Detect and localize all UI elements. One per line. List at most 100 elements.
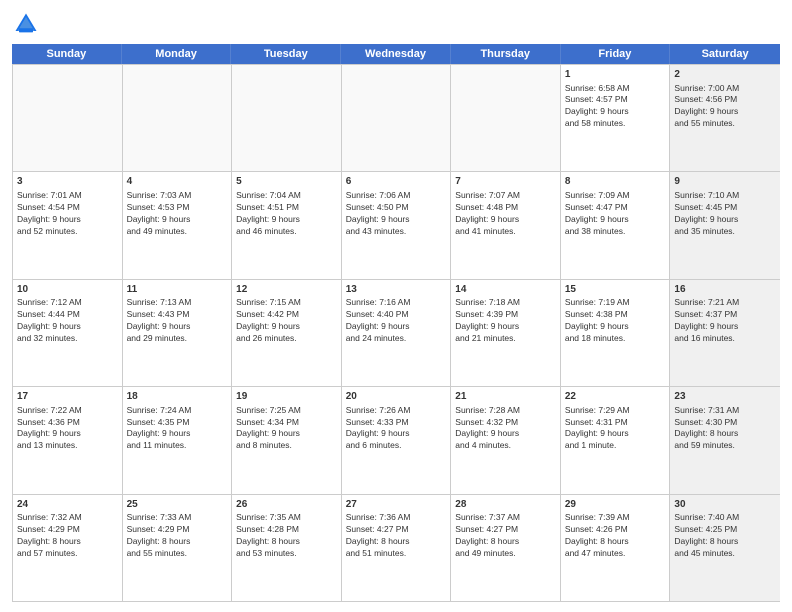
day-number: 6 [346,175,447,189]
day-info: Sunrise: 7:25 AM Sunset: 4:34 PM Dayligh… [236,405,337,453]
calendar-cell: 4Sunrise: 7:03 AM Sunset: 4:53 PM Daylig… [123,172,233,278]
day-info: Sunrise: 7:29 AM Sunset: 4:31 PM Dayligh… [565,405,666,453]
calendar-cell [232,65,342,171]
calendar: SundayMondayTuesdayWednesdayThursdayFrid… [12,44,780,602]
day-number: 3 [17,175,118,189]
calendar-row-2: 10Sunrise: 7:12 AM Sunset: 4:44 PM Dayli… [13,279,780,386]
day-number: 16 [674,283,776,297]
calendar-cell: 20Sunrise: 7:26 AM Sunset: 4:33 PM Dayli… [342,387,452,493]
day-info: Sunrise: 7:39 AM Sunset: 4:26 PM Dayligh… [565,512,666,560]
day-number: 19 [236,390,337,404]
day-number: 20 [346,390,447,404]
day-number: 30 [674,498,776,512]
calendar-cell: 26Sunrise: 7:35 AM Sunset: 4:28 PM Dayli… [232,495,342,601]
calendar-cell [123,65,233,171]
day-number: 22 [565,390,666,404]
calendar-cell: 6Sunrise: 7:06 AM Sunset: 4:50 PM Daylig… [342,172,452,278]
day-info: Sunrise: 7:15 AM Sunset: 4:42 PM Dayligh… [236,297,337,345]
day-number: 17 [17,390,118,404]
header [12,10,780,38]
day-number: 4 [127,175,228,189]
calendar-cell: 17Sunrise: 7:22 AM Sunset: 4:36 PM Dayli… [13,387,123,493]
day-number: 11 [127,283,228,297]
calendar-header: SundayMondayTuesdayWednesdayThursdayFrid… [12,44,780,64]
day-number: 8 [565,175,666,189]
day-info: Sunrise: 7:01 AM Sunset: 4:54 PM Dayligh… [17,190,118,238]
calendar-cell: 27Sunrise: 7:36 AM Sunset: 4:27 PM Dayli… [342,495,452,601]
calendar-cell: 29Sunrise: 7:39 AM Sunset: 4:26 PM Dayli… [561,495,671,601]
day-info: Sunrise: 7:33 AM Sunset: 4:29 PM Dayligh… [127,512,228,560]
calendar-cell: 7Sunrise: 7:07 AM Sunset: 4:48 PM Daylig… [451,172,561,278]
day-number: 2 [674,68,776,82]
day-info: Sunrise: 7:28 AM Sunset: 4:32 PM Dayligh… [455,405,556,453]
day-number: 14 [455,283,556,297]
day-info: Sunrise: 7:37 AM Sunset: 4:27 PM Dayligh… [455,512,556,560]
calendar-cell: 13Sunrise: 7:16 AM Sunset: 4:40 PM Dayli… [342,280,452,386]
day-info: Sunrise: 7:21 AM Sunset: 4:37 PM Dayligh… [674,297,776,345]
calendar-cell: 2Sunrise: 7:00 AM Sunset: 4:56 PM Daylig… [670,65,780,171]
day-number: 25 [127,498,228,512]
calendar-cell: 25Sunrise: 7:33 AM Sunset: 4:29 PM Dayli… [123,495,233,601]
day-info: Sunrise: 7:09 AM Sunset: 4:47 PM Dayligh… [565,190,666,238]
calendar-cell [342,65,452,171]
day-info: Sunrise: 7:24 AM Sunset: 4:35 PM Dayligh… [127,405,228,453]
calendar-cell: 10Sunrise: 7:12 AM Sunset: 4:44 PM Dayli… [13,280,123,386]
day-info: Sunrise: 6:58 AM Sunset: 4:57 PM Dayligh… [565,83,666,131]
calendar-cell [451,65,561,171]
calendar-cell: 18Sunrise: 7:24 AM Sunset: 4:35 PM Dayli… [123,387,233,493]
calendar-cell: 9Sunrise: 7:10 AM Sunset: 4:45 PM Daylig… [670,172,780,278]
header-day-tuesday: Tuesday [231,44,341,64]
header-day-saturday: Saturday [670,44,780,64]
calendar-row-4: 24Sunrise: 7:32 AM Sunset: 4:29 PM Dayli… [13,494,780,601]
day-info: Sunrise: 7:03 AM Sunset: 4:53 PM Dayligh… [127,190,228,238]
day-number: 18 [127,390,228,404]
day-info: Sunrise: 7:31 AM Sunset: 4:30 PM Dayligh… [674,405,776,453]
day-number: 7 [455,175,556,189]
day-number: 13 [346,283,447,297]
day-number: 9 [674,175,776,189]
day-number: 21 [455,390,556,404]
header-day-wednesday: Wednesday [341,44,451,64]
calendar-row-0: 1Sunrise: 6:58 AM Sunset: 4:57 PM Daylig… [13,64,780,171]
header-day-sunday: Sunday [12,44,122,64]
day-number: 23 [674,390,776,404]
calendar-cell: 22Sunrise: 7:29 AM Sunset: 4:31 PM Dayli… [561,387,671,493]
calendar-row-1: 3Sunrise: 7:01 AM Sunset: 4:54 PM Daylig… [13,171,780,278]
day-number: 1 [565,68,666,82]
calendar-cell: 14Sunrise: 7:18 AM Sunset: 4:39 PM Dayli… [451,280,561,386]
header-day-friday: Friday [561,44,671,64]
logo-icon [12,10,40,38]
header-day-monday: Monday [122,44,232,64]
calendar-cell: 30Sunrise: 7:40 AM Sunset: 4:25 PM Dayli… [670,495,780,601]
day-info: Sunrise: 7:22 AM Sunset: 4:36 PM Dayligh… [17,405,118,453]
day-info: Sunrise: 7:18 AM Sunset: 4:39 PM Dayligh… [455,297,556,345]
calendar-cell: 16Sunrise: 7:21 AM Sunset: 4:37 PM Dayli… [670,280,780,386]
day-info: Sunrise: 7:06 AM Sunset: 4:50 PM Dayligh… [346,190,447,238]
page: SundayMondayTuesdayWednesdayThursdayFrid… [0,0,792,612]
calendar-cell: 3Sunrise: 7:01 AM Sunset: 4:54 PM Daylig… [13,172,123,278]
day-number: 5 [236,175,337,189]
day-info: Sunrise: 7:35 AM Sunset: 4:28 PM Dayligh… [236,512,337,560]
day-info: Sunrise: 7:10 AM Sunset: 4:45 PM Dayligh… [674,190,776,238]
calendar-cell: 24Sunrise: 7:32 AM Sunset: 4:29 PM Dayli… [13,495,123,601]
calendar-cell [13,65,123,171]
calendar-cell: 11Sunrise: 7:13 AM Sunset: 4:43 PM Dayli… [123,280,233,386]
day-info: Sunrise: 7:00 AM Sunset: 4:56 PM Dayligh… [674,83,776,131]
calendar-cell: 15Sunrise: 7:19 AM Sunset: 4:38 PM Dayli… [561,280,671,386]
calendar-cell: 8Sunrise: 7:09 AM Sunset: 4:47 PM Daylig… [561,172,671,278]
calendar-body: 1Sunrise: 6:58 AM Sunset: 4:57 PM Daylig… [12,64,780,602]
calendar-row-3: 17Sunrise: 7:22 AM Sunset: 4:36 PM Dayli… [13,386,780,493]
calendar-cell: 12Sunrise: 7:15 AM Sunset: 4:42 PM Dayli… [232,280,342,386]
day-info: Sunrise: 7:16 AM Sunset: 4:40 PM Dayligh… [346,297,447,345]
day-number: 26 [236,498,337,512]
day-number: 29 [565,498,666,512]
logo [12,10,44,38]
day-number: 27 [346,498,447,512]
day-number: 15 [565,283,666,297]
calendar-cell: 28Sunrise: 7:37 AM Sunset: 4:27 PM Dayli… [451,495,561,601]
day-info: Sunrise: 7:19 AM Sunset: 4:38 PM Dayligh… [565,297,666,345]
day-number: 24 [17,498,118,512]
day-info: Sunrise: 7:40 AM Sunset: 4:25 PM Dayligh… [674,512,776,560]
header-day-thursday: Thursday [451,44,561,64]
day-number: 28 [455,498,556,512]
